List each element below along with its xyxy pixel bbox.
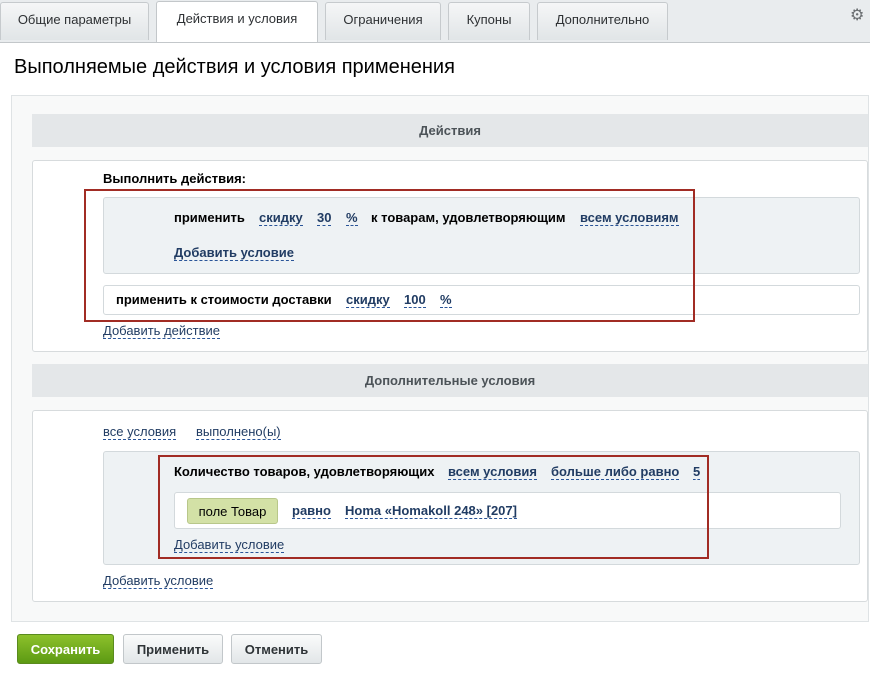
save-button[interactable]: Сохранить bbox=[17, 634, 114, 664]
field-chip[interactable]: поле Товар bbox=[187, 498, 278, 524]
discount-type-link[interactable]: скидку bbox=[259, 210, 303, 226]
tab-bar: Общие параметры Действия и условия Огран… bbox=[0, 0, 870, 43]
cancel-button[interactable]: Отменить bbox=[231, 634, 322, 664]
quantity-value-link[interactable]: 5 bbox=[693, 464, 701, 480]
gear-icon[interactable]: ⚙ bbox=[850, 8, 866, 24]
tab-general[interactable]: Общие параметры bbox=[0, 2, 149, 40]
delivery-type-link[interactable]: скидку bbox=[346, 292, 390, 308]
discount-action-block bbox=[103, 197, 860, 274]
add-action-link[interactable]: Добавить действие bbox=[103, 323, 220, 339]
delivery-apply-label: применить к стоимости доставки bbox=[116, 292, 332, 307]
discount-value-link[interactable]: 30 bbox=[317, 210, 332, 226]
add-condition-discount-link[interactable]: Добавить условие bbox=[174, 245, 294, 261]
apply-label: применить bbox=[174, 210, 245, 225]
apply-button[interactable]: Применить bbox=[123, 634, 223, 664]
discount-unit-link[interactable]: % bbox=[346, 210, 358, 226]
fulfilled-selector[interactable]: выполнено(ы) bbox=[196, 424, 281, 440]
tab-restrictions[interactable]: Ограничения bbox=[325, 2, 441, 40]
tab-additional[interactable]: Дополнительно bbox=[537, 2, 668, 40]
tab-actions-conditions[interactable]: Действия и условия bbox=[156, 1, 318, 42]
quantity-conditions-link[interactable]: всем условия bbox=[448, 464, 537, 480]
delivery-unit-link[interactable]: % bbox=[440, 292, 452, 308]
run-actions-label: Выполнить действия: bbox=[103, 171, 246, 186]
product-link[interactable]: Homa «Homakoll 248» [207] bbox=[345, 503, 517, 519]
quantity-label: Количество товаров, удовлетворяющих bbox=[174, 464, 435, 479]
comparison-link[interactable]: больше либо равно bbox=[551, 464, 680, 480]
tab-coupons[interactable]: Купоны bbox=[448, 2, 530, 40]
all-conditions-link[interactable]: всем условиям bbox=[580, 210, 679, 226]
delivery-value-link[interactable]: 100 bbox=[404, 292, 426, 308]
add-condition-inner-link[interactable]: Добавить условие bbox=[174, 537, 285, 553]
actions-header: Действия bbox=[32, 114, 868, 147]
to-goods-label: к товарам, удовлетворяющим bbox=[371, 210, 566, 225]
extra-conditions-header: Дополнительные условия bbox=[32, 364, 868, 397]
equals-link[interactable]: равно bbox=[292, 503, 331, 519]
all-conditions-selector[interactable]: все условия bbox=[103, 424, 177, 440]
add-condition-outer-link[interactable]: Добавить условие bbox=[103, 573, 214, 589]
page-title: Выполняемые действия и условия применени… bbox=[14, 56, 455, 78]
